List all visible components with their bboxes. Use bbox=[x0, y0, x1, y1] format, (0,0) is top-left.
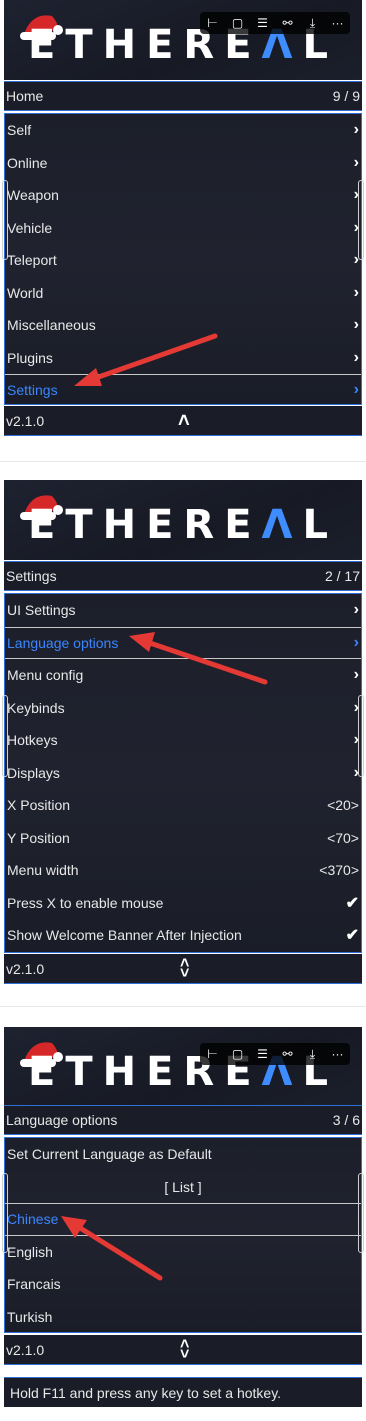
menu-item-displays[interactable]: Displays › bbox=[5, 757, 361, 790]
menu-header: Language options 3 / 6 bbox=[4, 1105, 362, 1135]
menu-footer: v2.1.0 ˄ ˅ bbox=[4, 954, 362, 984]
menu-item-y-position[interactable]: Y Position <70> bbox=[5, 822, 361, 855]
stack-icon[interactable]: ☰ bbox=[256, 16, 270, 30]
value-stepper[interactable]: <20> bbox=[327, 797, 359, 813]
download-icon[interactable]: ⤓ bbox=[306, 1047, 320, 1062]
chevron-right-icon: › bbox=[353, 381, 359, 399]
menu-item-keybinds[interactable]: Keybinds › bbox=[5, 692, 361, 725]
menu-item-menu-width[interactable]: Menu width <370> bbox=[5, 854, 361, 887]
chevron-right-icon: › bbox=[353, 666, 359, 684]
menu-panel-settings: ETHEREΛL Settings 2 / 17 UI Settings › La… bbox=[0, 480, 366, 990]
image-toolbar: ⊢ ▢ ☰ ⚯ ⤓ ··· bbox=[200, 12, 350, 34]
menu-item-welcome-banner[interactable]: Show Welcome Banner After Injection ✔ bbox=[5, 919, 361, 952]
version-label: v2.1.0 bbox=[6, 960, 45, 977]
menu-header: Settings 2 / 17 bbox=[4, 561, 362, 591]
ethereal-banner: ETHEREΛL bbox=[4, 480, 362, 560]
menu-panel-home: ETHEREΛL ⊢ ▢ ☰ ⚯ ⤓ ··· Home 9 / 9 Self › … bbox=[0, 0, 366, 440]
chevron-right-icon: › bbox=[353, 283, 359, 301]
value-stepper[interactable]: <370> bbox=[319, 862, 359, 878]
menu-item-weapon[interactable]: Weapon › bbox=[5, 179, 361, 212]
list-section-header: [ List ] bbox=[164, 1178, 202, 1195]
menu-item-enable-mouse[interactable]: Press X to enable mouse ✔ bbox=[5, 887, 361, 920]
ethereal-banner: ETHEREΛL ⊢ ▢ ☰ ⚯ ⤓ ··· bbox=[4, 1027, 362, 1107]
version-label: v2.1.0 bbox=[6, 412, 45, 429]
menu-item-online[interactable]: Online › bbox=[5, 147, 361, 180]
menu-header: Home 9 / 9 bbox=[4, 81, 362, 111]
comment-icon[interactable]: ▢ bbox=[231, 16, 245, 30]
menu-item-x-position[interactable]: X Position <20> bbox=[5, 789, 361, 822]
red-arrow-annotation bbox=[61, 1216, 163, 1281]
chevron-up-icon[interactable]: ˄ bbox=[178, 410, 190, 433]
item-counter: 9 / 9 bbox=[332, 88, 360, 104]
logo-text: ETHEREΛL bbox=[28, 502, 339, 548]
more-icon[interactable]: ··· bbox=[331, 16, 345, 30]
menu-footer: v2.1.0 ˄ bbox=[4, 406, 362, 436]
menu-item-self[interactable]: Self › bbox=[5, 114, 361, 147]
stack-icon[interactable]: ☰ bbox=[256, 1047, 270, 1061]
chevron-right-icon: › bbox=[353, 348, 359, 366]
check-icon: ✔ bbox=[345, 927, 359, 945]
chevron-down-icon[interactable]: ˅ bbox=[180, 1347, 189, 1363]
item-counter: 3 / 6 bbox=[332, 1112, 360, 1128]
divider bbox=[0, 461, 366, 462]
menu-item-world[interactable]: World › bbox=[5, 277, 361, 310]
chevron-right-icon: › bbox=[353, 153, 359, 171]
image-toolbar: ⊢ ▢ ☰ ⚯ ⤓ ··· bbox=[200, 1043, 350, 1065]
align-icon[interactable]: ⊢ bbox=[206, 16, 220, 30]
menu-item-set-default-language[interactable]: Set Current Language as Default bbox=[5, 1138, 361, 1171]
left-scroll-handle[interactable] bbox=[2, 1173, 8, 1253]
red-arrow-annotation bbox=[129, 632, 268, 685]
chevron-right-icon: › bbox=[353, 316, 359, 334]
up-down-arrows[interactable]: ˄ ˅ bbox=[180, 1337, 189, 1363]
menu-item-teleport[interactable]: Teleport › bbox=[5, 244, 361, 277]
language-item-turkish[interactable]: Turkish bbox=[5, 1301, 361, 1334]
download-icon[interactable]: ⤓ bbox=[306, 16, 320, 31]
hotkey-hint: Hold F11 and press any key to set a hotk… bbox=[4, 1377, 362, 1407]
page-title: Settings bbox=[6, 568, 57, 584]
right-scroll-handle[interactable] bbox=[358, 180, 364, 260]
menu-item-vehicle[interactable]: Vehicle › bbox=[5, 212, 361, 245]
chevron-right-icon: › bbox=[353, 601, 359, 619]
right-scroll-handle[interactable] bbox=[358, 695, 364, 777]
item-counter: 2 / 17 bbox=[324, 568, 360, 584]
chevron-down-icon[interactable]: ˅ bbox=[180, 966, 189, 982]
value-stepper[interactable]: <70> bbox=[327, 830, 359, 846]
menu-footer: v2.1.0 ˄ ˅ bbox=[4, 1335, 362, 1365]
divider bbox=[0, 1006, 366, 1007]
page-title: Home bbox=[6, 88, 44, 104]
menu-panel-language: ETHEREΛL ⊢ ▢ ☰ ⚯ ⤓ ··· Language options … bbox=[0, 1027, 366, 1421]
ethereal-banner: ETHEREΛL ⊢ ▢ ☰ ⚯ ⤓ ··· bbox=[4, 0, 362, 80]
more-icon[interactable]: ··· bbox=[331, 1047, 345, 1061]
version-label: v2.1.0 bbox=[6, 1341, 45, 1358]
link-icon[interactable]: ⚯ bbox=[281, 16, 295, 30]
menu-item-ui-settings[interactable]: UI Settings › bbox=[5, 594, 361, 627]
align-icon[interactable]: ⊢ bbox=[206, 1047, 220, 1061]
check-icon: ✔ bbox=[345, 894, 359, 912]
left-scroll-handle[interactable] bbox=[2, 180, 8, 260]
up-down-arrows[interactable]: ˄ ˅ bbox=[180, 956, 189, 982]
menu-item-hotkeys[interactable]: Hotkeys › bbox=[5, 724, 361, 757]
comment-icon[interactable]: ▢ bbox=[231, 1047, 245, 1061]
page-title: Language options bbox=[6, 1112, 118, 1128]
right-scroll-handle[interactable] bbox=[358, 1173, 364, 1253]
chevron-right-icon: › bbox=[353, 633, 359, 651]
red-arrow-annotation bbox=[74, 333, 218, 386]
chevron-right-icon: › bbox=[353, 121, 359, 139]
left-scroll-handle[interactable] bbox=[2, 695, 8, 777]
link-icon[interactable]: ⚯ bbox=[281, 1047, 295, 1061]
